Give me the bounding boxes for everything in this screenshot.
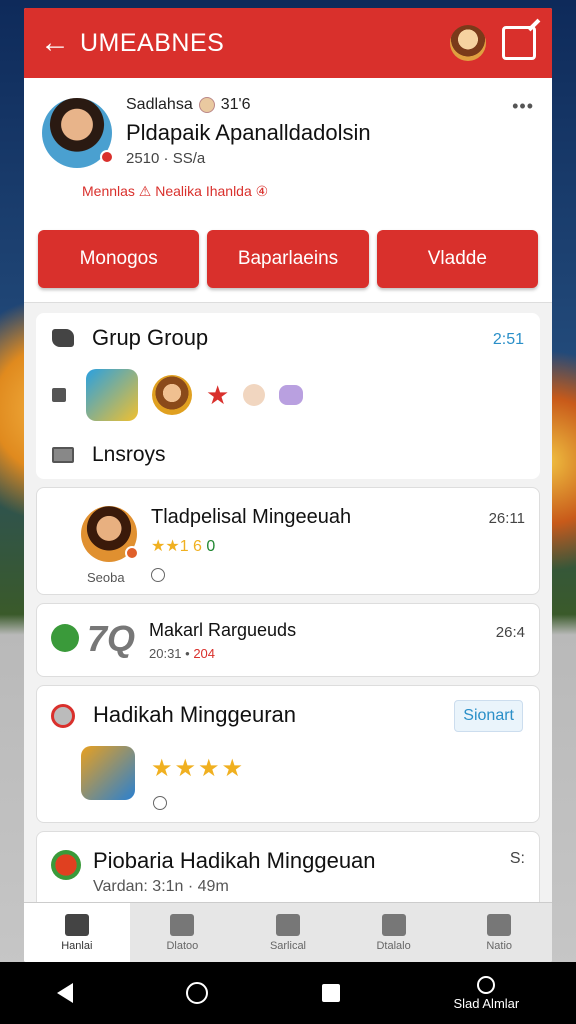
section-label: Lnsroys [92, 443, 166, 466]
level-badge-icon [198, 97, 215, 113]
back-triangle-icon[interactable] [56, 983, 73, 1003]
mini-character-icon [243, 384, 266, 406]
nav-label: Sarlical [269, 939, 307, 952]
more-options-icon[interactable]: ••• [512, 96, 534, 117]
home-icon [64, 913, 89, 936]
profile-name: Pldapaik Apanalldadolsin [126, 120, 371, 145]
square-icon [52, 388, 66, 402]
feed-time: S: [509, 850, 525, 867]
nav-label: Hanlai [61, 939, 93, 952]
profile-avatar[interactable] [42, 98, 114, 168]
megaphone-icon [52, 329, 74, 347]
rating-text: ★★1 6 [151, 538, 207, 555]
feed-item[interactable]: Seoba Tladpelisal Mingeeuah ★★1 6 0 26:1… [36, 487, 540, 595]
action-buttons: Monogos Baparlaeins Vladde [24, 222, 552, 303]
nav-hanlai[interactable]: Hanlai [24, 903, 130, 962]
character-icon[interactable] [152, 375, 192, 415]
edit-icon[interactable] [502, 26, 536, 60]
account-icon [477, 975, 496, 994]
treasure-box-icon [81, 746, 135, 800]
mail-icon [52, 447, 74, 463]
section-lnsroys: Lnsroys [52, 443, 524, 467]
back-arrow-icon[interactable]: ← [40, 26, 80, 60]
profile-card: Sadlahsa 31'6 Pldapaik Apanalldadolsin 2… [24, 78, 552, 222]
system-navigation-bar: Slad Almlar [0, 962, 576, 1024]
rating-tail: 0 [206, 538, 216, 555]
group-time: 2:51 [492, 331, 524, 348]
badge-dot-icon [125, 546, 139, 560]
gift-icon [51, 850, 81, 880]
vladde-button[interactable]: Vladde [376, 230, 538, 288]
feed-subtitle: Vardan: 3:1n · 49m [93, 878, 229, 895]
clock-icon [51, 704, 75, 728]
feed-sub-red: 204 [193, 646, 216, 661]
status-dot-icon [100, 150, 114, 164]
feed-item[interactable]: Hadikah Minggeuran Sionart ★★★★ [36, 685, 540, 823]
account-shortcut[interactable]: Slad Almlar [453, 975, 520, 1011]
cart-icon [170, 913, 195, 936]
feed-subtitle: 20:31 • 204 [149, 646, 215, 661]
nav-sarlical[interactable]: Sarlical [235, 903, 341, 962]
recents-square-icon[interactable] [321, 984, 340, 1002]
monogos-button[interactable]: Monogos [38, 230, 200, 288]
home-circle-icon[interactable] [186, 982, 209, 1004]
group-icons-row: ★ [52, 369, 524, 421]
purple-creature-icon [279, 385, 304, 405]
person-icon [381, 913, 406, 936]
nav-label: Dlatoo [166, 939, 199, 952]
warrior-avatar [81, 506, 139, 562]
group-header: Grup Group [52, 325, 524, 351]
compass-icon [153, 796, 167, 810]
group-title: Grup Group [92, 325, 209, 350]
profile-icon [487, 913, 512, 936]
feed-title: Tladpelisal Mingeeuah [151, 506, 352, 528]
feed-stars: ★★★★ [151, 755, 246, 782]
bookmark-icon [275, 913, 300, 936]
app-window: ← UMEABNES Sadlahsa 31'6 Pldapaik Apanal… [24, 8, 552, 962]
green-emblem-icon [51, 624, 79, 652]
profile-meta: Sadlahsa 31'6 Pldapaik Apanalldadolsin 2… [82, 96, 536, 200]
profile-tagline[interactable]: Mennlas ⚠ Nealika Ihanlda ④ [82, 183, 536, 200]
sionart-button[interactable]: Sionart [454, 700, 523, 732]
feed-time: 26:11 [488, 510, 525, 527]
baparlaeins-button[interactable]: Baparlaeins [207, 230, 369, 288]
game-app-icon[interactable] [86, 369, 138, 421]
nav-dlatoo[interactable]: Dlatoo [130, 903, 236, 962]
feed-caption: Seoba [87, 570, 125, 585]
red-star-icon: ★ [206, 379, 230, 410]
group-card[interactable]: Grup Group 2:51 ★ Lnsroys [36, 313, 540, 479]
feed-rating: ★★1 6 0 [151, 536, 215, 556]
feed-title: Piobaria Hadikah Minggeuan [93, 848, 376, 873]
profile-handle: Sadlahsa [126, 96, 193, 113]
compass-icon [151, 568, 165, 582]
character-avatar-icon[interactable] [450, 25, 486, 61]
bottom-navigation: Hanlai Dlatoo Sarlical Dtalalo Natio [24, 902, 552, 962]
feed-sub-text: 20:31 • [149, 646, 190, 661]
app-title: UMEABNES [80, 28, 225, 57]
nav-natio[interactable]: Natio [446, 903, 552, 962]
account-label: Slad Almlar [453, 995, 520, 1011]
feed-title: Makarl Rargueuds [149, 620, 297, 640]
profile-handle-row: Sadlahsa 31'6 [126, 96, 536, 114]
profile-stats: 2510 · SS/a [126, 150, 206, 167]
nav-label: Natio [486, 939, 513, 952]
feed-title: Hadikah Minggeuran [93, 702, 297, 727]
number-badge: 7Q [87, 618, 136, 659]
feed-item[interactable]: 7Q Makarl Rargueuds 20:31 • 204 26:4 [36, 603, 540, 677]
app-bar: ← UMEABNES [24, 8, 552, 78]
nav-label: Dtalalo [376, 939, 411, 952]
nav-dtalalo[interactable]: Dtalalo [341, 903, 447, 962]
profile-handle-meta: 31'6 [220, 96, 251, 113]
feed-time: 26:4 [495, 624, 525, 641]
